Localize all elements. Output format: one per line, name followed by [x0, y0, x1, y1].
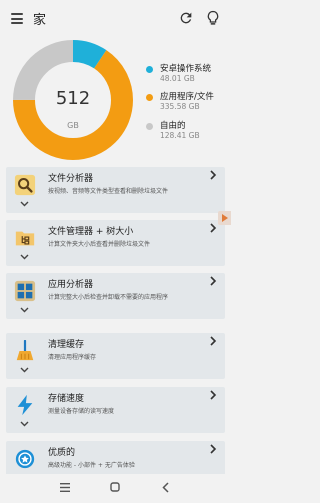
total-storage-unit: GB — [67, 121, 79, 130]
legend-size: 128.41 GB — [160, 131, 200, 140]
recent-apps-icon[interactable] — [60, 483, 70, 492]
chevron-down-icon[interactable] — [20, 307, 29, 313]
card-title: 优质的 — [48, 448, 76, 458]
chevron-right-icon[interactable] — [209, 223, 217, 233]
card-title: 存储速度 — [48, 394, 85, 404]
card-title: 文件管理器 + 树大小 — [48, 227, 134, 237]
lightning-icon — [17, 394, 33, 416]
legend-label: 应用程序/文件 — [160, 92, 214, 102]
broom-icon — [16, 340, 34, 361]
card-description: 计算文件夹大小后查看并删除垃圾文件 — [48, 241, 151, 248]
card-description: 清理应用程序缓存 — [48, 354, 97, 361]
card-title: 清理缓存 — [48, 340, 85, 350]
top-app-bar: 家 — [0, 0, 231, 38]
lightbulb-icon[interactable] — [206, 10, 220, 27]
card-app-analyzer[interactable]: 应用分析器 计算完整大小后检查并卸载不需要的应用程序 — [6, 273, 225, 319]
folder-tree-icon — [15, 231, 35, 246]
chevron-right-icon[interactable] — [209, 170, 217, 180]
chevron-right-icon[interactable] — [209, 390, 217, 400]
page-title: 家 — [33, 13, 47, 28]
card-description: 按视频、音频等文件类型查看和删除垃圾文件 — [48, 188, 169, 195]
home-icon[interactable] — [110, 482, 120, 492]
storage-summary: 512 GB 安卓操作系统 48.01 GB 应用程序/文件 335.58 GB… — [0, 38, 231, 162]
card-title: 应用分析器 — [48, 280, 94, 290]
card-description: 测量设备存储的读写速度 — [48, 408, 115, 415]
app-grid-icon — [14, 280, 36, 302]
card-title: 文件分析器 — [48, 174, 94, 184]
legend-dot — [146, 123, 153, 130]
chevron-down-icon[interactable] — [20, 201, 29, 207]
chevron-down-icon[interactable] — [20, 421, 29, 427]
card-storage-speed[interactable]: 存储速度 测量设备存储的读写速度 — [6, 387, 225, 433]
system-nav-bar — [0, 474, 231, 503]
card-description: 高级功能 - 小部件 + 无广告体验 — [48, 462, 135, 469]
file-search-icon — [14, 174, 36, 196]
legend-size: 48.01 GB — [160, 74, 195, 83]
card-description: 计算完整大小后检查并卸载不需要的应用程序 — [48, 294, 169, 301]
card-clean-cache[interactable]: 清理缓存 清理应用程序缓存 — [6, 333, 225, 379]
legend-dot — [146, 94, 153, 101]
premium-badge-icon — [15, 449, 35, 469]
legend-label: 自由的 — [160, 121, 186, 131]
chevron-right-icon[interactable] — [209, 276, 217, 286]
side-panel-tab[interactable] — [218, 211, 231, 225]
card-file-analyzer[interactable]: 文件分析器 按视频、音频等文件类型查看和删除垃圾文件 — [6, 167, 225, 213]
chevron-down-icon[interactable] — [20, 367, 29, 373]
chevron-right-icon[interactable] — [209, 336, 217, 346]
play-arrow-icon — [222, 214, 228, 222]
back-icon[interactable] — [162, 482, 169, 493]
legend-size: 335.58 GB — [160, 102, 200, 111]
chevron-down-icon[interactable] — [20, 254, 29, 260]
chevron-right-icon[interactable] — [209, 444, 217, 454]
legend-label: 安卓操作系统 — [160, 64, 212, 74]
total-storage-value: 512 — [55, 88, 91, 109]
card-file-manager[interactable]: 文件管理器 + 树大小 计算文件夹大小后查看并删除垃圾文件 — [6, 220, 225, 266]
menu-icon[interactable] — [11, 13, 23, 24]
refresh-icon[interactable] — [178, 10, 194, 26]
legend-dot — [146, 66, 153, 73]
